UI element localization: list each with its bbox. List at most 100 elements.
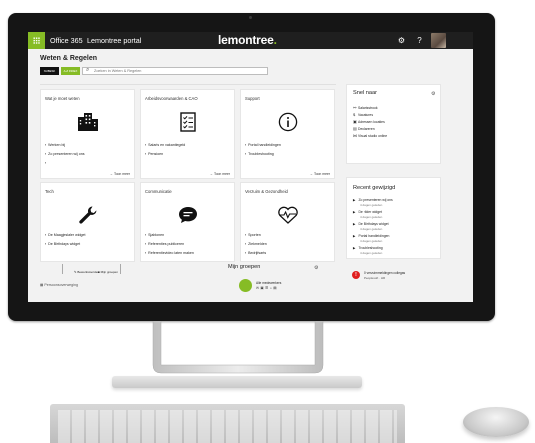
- portal-title[interactable]: Lemontree portal: [87, 36, 141, 45]
- tile-link[interactable]: › Pensioen: [145, 152, 207, 156]
- tile-title: Support: [245, 96, 260, 101]
- notice-text: 0 verzuimmeldingen collegas: [364, 271, 406, 275]
- tile-link[interactable]: › Ziekmelden: [245, 242, 307, 246]
- recent-item[interactable]: ▶ De Birthdays widget 4 dagen geleden: [353, 222, 439, 231]
- tile-links: › De Maagjeslaler widget › De Birthdays wi…: [45, 233, 107, 251]
- monitor-stand: [152, 321, 324, 374]
- tile-link[interactable]: ›: [45, 161, 107, 165]
- building-icon: [77, 112, 98, 131]
- group-action-icons[interactable]: ✉ ▣ ☰ ⌂ ▤: [256, 286, 277, 290]
- tile-links: › Sporten › Ziekmelden › Bedrijfsarts: [245, 233, 307, 260]
- tile-links: › Portal handleidingen › Troubleshooting: [245, 143, 307, 161]
- tile-link[interactable]: › Referentievideo laten maken: [145, 251, 207, 255]
- quicklink-salarisstrook[interactable]: ⚯ Salarisstrook: [353, 105, 378, 110]
- recent-item[interactable]: ▶ Portal handleidingen 4 dagen geleden: [353, 234, 439, 243]
- lemontree-logo: lemontree.: [218, 33, 277, 47]
- snel-naar-title: Snel naar: [353, 90, 377, 96]
- app-launcher-button[interactable]: [28, 32, 45, 49]
- user-avatar[interactable]: [431, 33, 446, 48]
- tile-links: › Salaris en vakantiegeld › Pensioen: [145, 143, 207, 161]
- search-input[interactable]: [94, 68, 254, 74]
- my-groups-title: Mijn groepen: [228, 264, 261, 270]
- webcam-dot: [249, 16, 252, 19]
- quicklink-vacatures[interactable]: $ Vacatures: [353, 112, 373, 117]
- top-bar: Office 365 Lemontree portal lemontree. ⚙…: [28, 32, 473, 49]
- toon-meer-link[interactable]: → Toon meer: [110, 172, 130, 176]
- bottom-strip: ✎ Bewerkstoorden ■ Mijn groepen ▦ Persoo…: [40, 264, 336, 302]
- stand-base: [112, 376, 362, 388]
- personal-link[interactable]: ▦ Persoonsoverweging: [40, 283, 78, 287]
- mouse: [463, 407, 529, 437]
- screen: Office 365 Lemontree portal lemontree. ⚙…: [28, 32, 473, 302]
- search-box[interactable]: ⌕: [82, 67, 268, 75]
- page-title: Weten & Regelen: [40, 55, 98, 62]
- tile-hero: [41, 201, 134, 228]
- tile-links: › Werken bij › Zo presenteren wij ons ›: [45, 143, 107, 170]
- nubesk-button[interactable]: NUBESK: [40, 67, 59, 75]
- header-divider: [40, 84, 336, 85]
- tile-title: Wat je moet weten: [45, 96, 80, 101]
- tile-link[interactable]: › Werken bij: [45, 143, 107, 147]
- absence-notice[interactable]: ! 0 verzuimmeldingen collegas Peoplesoft…: [346, 269, 441, 287]
- snel-naar-panel: Snel naar ⚙ ⚯ Salarisstrook $ Vacatures ▣A…: [346, 84, 441, 164]
- keyboard: [50, 404, 405, 443]
- wrench-icon: [78, 205, 96, 224]
- settings-gear-icon[interactable]: ⚙: [396, 35, 407, 46]
- tile-hero: [241, 108, 334, 135]
- search-icon: ⌕: [86, 67, 90, 73]
- tile-link[interactable]: › Salaris en vakantiegeld: [145, 143, 207, 147]
- checklist-icon: [179, 111, 196, 132]
- help-icon[interactable]: ?: [414, 35, 425, 46]
- recent-item[interactable]: ▶ Troubleshooting 4 dagen geleden: [353, 246, 439, 255]
- tile-links: › Sjablonen › Referenties publiceren › Refe…: [145, 233, 207, 260]
- tile-title: Tech: [45, 189, 54, 194]
- quicklink-declareren[interactable]: ▤Declareren: [353, 126, 375, 131]
- tile-link[interactable]: › Bedrijfsarts: [245, 251, 307, 255]
- tile-tech[interactable]: Tech › De Maagjeslaler widget › De Birthda…: [40, 182, 135, 262]
- tile-title: Verzuim & Gezondheid: [245, 189, 288, 194]
- tile-hero: [241, 201, 334, 228]
- tile-arbeidsvoorwaarden[interactable]: Arbeidsvoorwaarden & CAO › Salaris en vak…: [140, 89, 235, 179]
- group-avatar[interactable]: [239, 279, 252, 292]
- tile-link[interactable]: › Sjablonen: [145, 233, 207, 237]
- office365-label[interactable]: Office 365: [50, 36, 83, 45]
- tile-title: Communicatie: [145, 189, 172, 194]
- divider: [120, 264, 121, 274]
- tile-link[interactable]: › Zo presenteren wij ons: [45, 152, 107, 156]
- chat-bubble-icon: [178, 206, 197, 223]
- tile-link[interactable]: › Troubleshooting: [245, 152, 307, 156]
- monitor-bezel: Office 365 Lemontree portal lemontree. ⚙…: [8, 13, 495, 321]
- tile-communicatie[interactable]: Communicatie › Sjablonen › Referenties pub…: [140, 182, 235, 262]
- recent-title: Recent gewijzigd: [353, 185, 396, 191]
- recent-item[interactable]: ▶ Zo presenteren wij ons 4 dagen geleden: [353, 198, 439, 207]
- tile-hero: [41, 108, 134, 135]
- tile-link[interactable]: › Referenties publiceren: [145, 242, 207, 246]
- group-name[interactable]: Alle medewerkers: [256, 281, 281, 285]
- tile-hero: [141, 201, 234, 228]
- tile-link[interactable]: › De Maagjeslaler widget: [45, 233, 107, 237]
- bewerkstoorden-tab[interactable]: ✎ Bewerkstoorden: [74, 270, 99, 274]
- tile-wat-je-moet-weten[interactable]: Wat je moet weten › Werken bij › Zo pres…: [40, 89, 135, 179]
- tile-verzuim-gezondheid[interactable]: Verzuim & Gezondheid › Sporten › Ziekmelde…: [240, 182, 335, 262]
- recent-item[interactable]: ▶ De ‹ilder widget 4 dagen geleden: [353, 210, 439, 219]
- logo-dot: .: [273, 33, 277, 47]
- tile-support[interactable]: Support › Portal handleidingen › Troublesh…: [240, 89, 335, 179]
- waffle-icon: [33, 37, 40, 44]
- quicklink-visual-studio[interactable]: ⋈Visual studio online: [353, 133, 387, 138]
- tile-link[interactable]: › Portal handleidingen: [245, 143, 307, 147]
- tile-title: Arbeidsvoorwaarden & CAO: [145, 96, 198, 101]
- quicklink-adressen[interactable]: ▣Adressen locaties: [353, 119, 385, 124]
- tile-link[interactable]: › Sporten: [245, 233, 307, 237]
- divider: [62, 264, 63, 274]
- toon-meer-link[interactable]: → Toon meer: [310, 172, 330, 176]
- logo-text: lemontree: [218, 33, 274, 47]
- toon-meer-link[interactable]: → Toon meer: [210, 172, 230, 176]
- snel-naar-settings-icon[interactable]: ⚙: [431, 91, 435, 97]
- notice-sub: Peoplesoft · HR: [364, 276, 386, 280]
- az-index-button[interactable]: A-Z INDEX: [61, 67, 80, 75]
- tile-link[interactable]: › De Birthdays widget: [45, 242, 107, 246]
- groups-settings-icon[interactable]: ⚙: [314, 265, 318, 271]
- mijn-groepen-tab[interactable]: ■ Mijn groepen: [98, 270, 118, 274]
- alert-icon: !: [352, 271, 360, 279]
- recent-panel: Recent gewijzigd ▶ Zo presenteren wij ons…: [346, 177, 441, 259]
